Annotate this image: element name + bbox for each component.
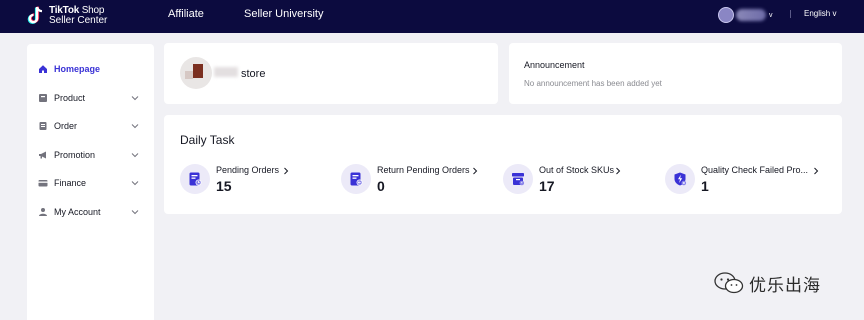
nav-seller-university-link[interactable]: Seller University <box>244 8 323 20</box>
sidebar-item-label: My Account <box>54 207 101 217</box>
sidebar-item-order[interactable]: Order <box>27 117 154 135</box>
task-pending-orders[interactable]: Pending Orders 15 <box>180 164 330 196</box>
task-return-pending-orders[interactable]: Return Pending Orders 0 <box>341 164 491 196</box>
store-avatar[interactable] <box>180 57 212 89</box>
chevron-down-icon <box>131 96 139 101</box>
store-profile-card: store <box>164 43 498 104</box>
task-count: 17 <box>539 178 555 194</box>
redacted-username <box>736 9 766 21</box>
sidebar-item-finance[interactable]: Finance <box>27 174 154 192</box>
announcement-empty-text: No announcement has been added yet <box>524 79 662 88</box>
sidebar-item-label: Order <box>54 121 78 131</box>
sidebar-item-label: Promotion <box>54 150 96 160</box>
task-count: 1 <box>701 178 709 194</box>
sidebar-item-my-account[interactable]: My Account <box>27 203 154 221</box>
chevron-down-icon <box>131 181 139 186</box>
chevron-right-icon <box>284 167 289 175</box>
announcement-card: Announcement No announcement has been ad… <box>509 43 842 104</box>
sidebar-item-label: Homepage <box>54 64 101 74</box>
user-account-menu[interactable]: v <box>718 6 773 24</box>
chevron-down-icon <box>131 210 139 215</box>
redacted-store-name <box>214 67 238 77</box>
daily-task-card: Daily Task Pending Orders 15 Return Pend… <box>164 115 842 214</box>
store-name: store <box>241 68 266 80</box>
user-icon <box>38 207 48 217</box>
task-quality-check-failed[interactable]: Quality Check Failed Pro... 1 <box>665 164 825 196</box>
megaphone-icon <box>38 150 48 160</box>
wechat-watermark: 优乐出海 <box>712 270 821 296</box>
top-navigation-bar: TikTok Shop Seller Center Affiliate Sell… <box>0 0 864 33</box>
sidebar-item-promotion[interactable]: Promotion <box>27 146 154 164</box>
logo-wordmark: TikTok Shop Seller Center <box>49 6 107 26</box>
logo-subtitle: Seller Center <box>49 15 108 26</box>
chevron-down-icon <box>131 153 139 158</box>
return-orders-icon <box>341 164 371 194</box>
chevron-right-icon <box>616 167 621 175</box>
watermark-text: 优乐出海 <box>749 275 821 296</box>
user-avatar <box>718 7 734 23</box>
tiktok-logo-icon <box>26 5 46 27</box>
sidebar-item-product[interactable]: Product <box>27 89 154 107</box>
announcement-title: Announcement <box>524 60 585 70</box>
task-label: Out of Stock SKUs <box>539 165 615 175</box>
task-label: Pending Orders <box>216 165 280 175</box>
sidebar-item-label: Product <box>54 93 86 103</box>
user-menu-caret: v <box>769 11 773 19</box>
sidebar-item-label: Finance <box>54 178 87 188</box>
task-count: 0 <box>377 178 385 194</box>
task-label: Return Pending Orders <box>377 165 470 175</box>
card-icon <box>38 178 48 188</box>
out-of-stock-icon <box>503 164 533 194</box>
tiktok-shop-logo[interactable]: TikTok Shop Seller Center <box>26 3 107 29</box>
wechat-icon <box>714 272 744 294</box>
order-icon <box>38 121 48 131</box>
product-icon <box>38 93 48 103</box>
task-count: 15 <box>216 178 232 194</box>
pending-orders-icon <box>180 164 210 194</box>
language-selector[interactable]: English v <box>804 9 836 18</box>
task-out-of-stock-skus[interactable]: Out of Stock SKUs 17 <box>503 164 653 196</box>
task-label: Quality Check Failed Pro... <box>701 165 809 175</box>
nav-affiliate-link[interactable]: Affiliate <box>168 8 204 20</box>
quality-check-icon <box>665 164 695 194</box>
chevron-down-icon <box>131 124 139 129</box>
chevron-right-icon <box>814 167 819 175</box>
header-divider <box>790 10 791 18</box>
chevron-right-icon <box>473 167 478 175</box>
home-icon <box>38 64 48 74</box>
sidebar-item-homepage[interactable]: Homepage <box>27 60 154 78</box>
daily-task-title: Daily Task <box>180 133 235 147</box>
